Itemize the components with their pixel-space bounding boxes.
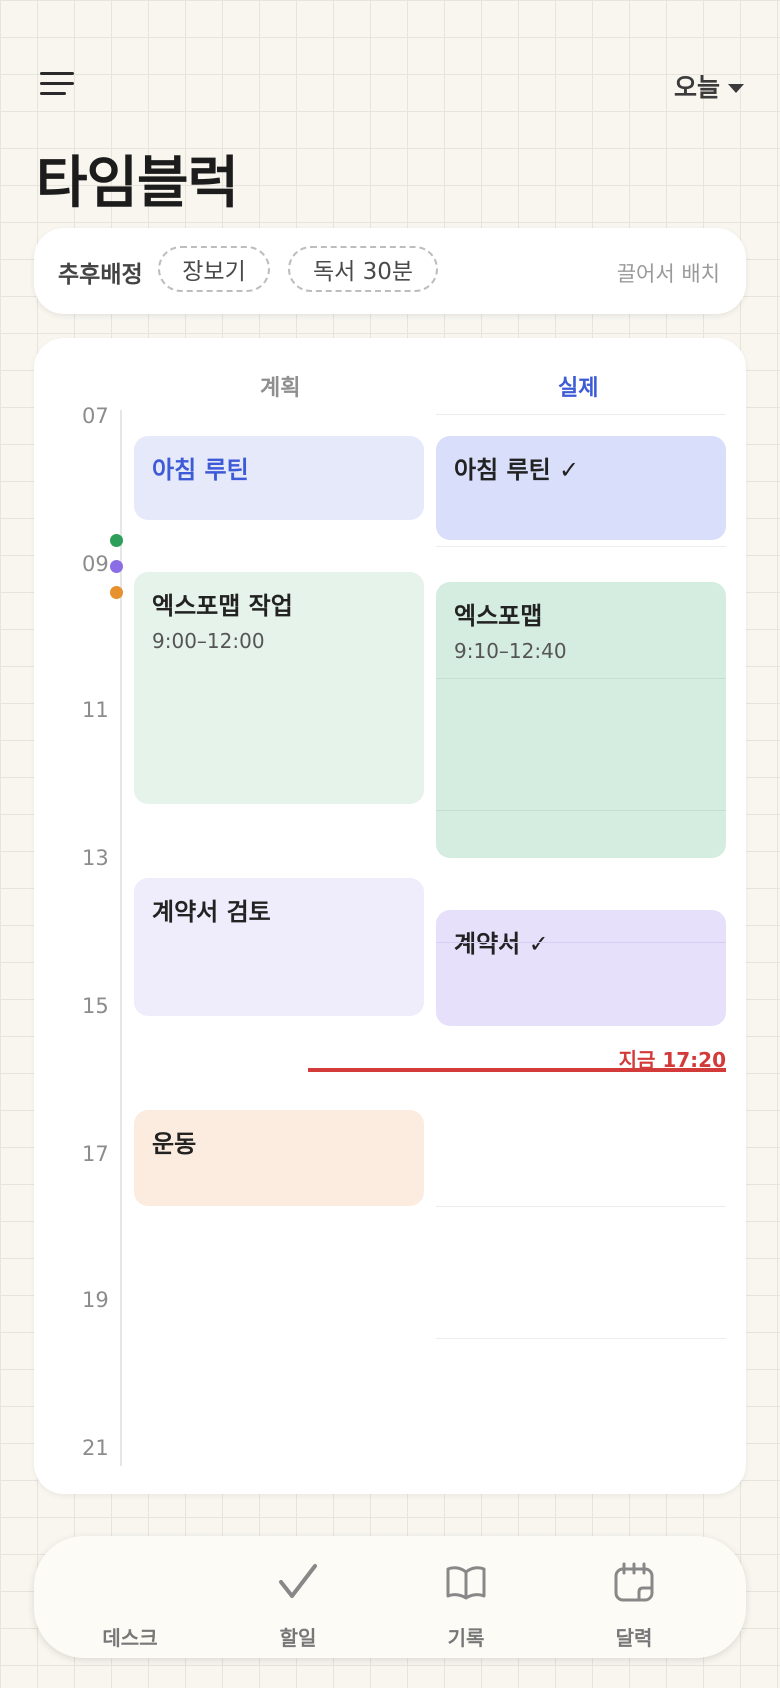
nav-label: 데스크 (102, 1626, 158, 1650)
hour-label: 07 (82, 404, 109, 428)
nav-label: 달력 (615, 1626, 653, 1650)
block-title: 아침 루틴 ✓ (454, 456, 580, 484)
hour-label: 19 (82, 1288, 109, 1312)
block-title: 운동 (152, 1130, 197, 1158)
actual-block-morning-routine[interactable]: 아침 루틴 ✓ (436, 436, 726, 540)
date-selector-label: 오늘 (673, 73, 720, 102)
backlog-chip[interactable]: 독서 30분 (288, 246, 438, 292)
block-grid-line (436, 942, 726, 943)
nav-item-record[interactable]: 기록 (382, 1536, 550, 1658)
timeline-card: 계획 실제 07 09 11 13 15 17 19 21 아침 루틴 엑스포맵… (34, 338, 746, 1494)
caret-down-icon (728, 83, 744, 93)
hamburger-menu-icon[interactable] (40, 70, 78, 100)
block-title: 아침 루틴 (152, 456, 249, 484)
nav-item-calendar[interactable]: 달력 (550, 1536, 718, 1658)
nav-label: 할일 (279, 1626, 317, 1650)
block-title: 계약서 검토 (152, 898, 271, 926)
actual-block-contract[interactable]: 계약서 ✓ (436, 910, 726, 1026)
plan-block-exercise[interactable]: 운동 (134, 1110, 424, 1206)
backlog-chip[interactable]: 장보기 (158, 246, 270, 292)
nav-item-desk[interactable]: 데스크 (46, 1536, 214, 1658)
status-dot-purple (110, 560, 123, 573)
grid-line (436, 1338, 726, 1339)
checkmark-icon (279, 1564, 317, 1598)
calendar-icon (614, 1562, 654, 1602)
grid-line (436, 414, 726, 415)
hour-label: 15 (82, 994, 109, 1018)
hour-label: 17 (82, 1142, 109, 1166)
grid-line (436, 546, 726, 547)
block-grid-line (436, 678, 726, 679)
block-title: 엑스포맵 (454, 602, 543, 630)
nav-label: 기록 (447, 1626, 485, 1650)
actual-block-expomap[interactable]: 엑스포맵 9:10–12:40 (436, 582, 726, 858)
column-header-plan: 계획 (260, 376, 301, 401)
backlog-bar: 추후배정 장보기 독서 30분 끌어서 배치 (34, 228, 746, 314)
backlog-label: 추후배정 (58, 262, 143, 288)
hour-label: 21 (82, 1436, 109, 1460)
date-selector[interactable]: 오늘 (674, 68, 744, 104)
block-time: 9:10–12:40 (454, 639, 567, 663)
block-grid-line (436, 810, 726, 811)
column-header-actual: 실제 (558, 376, 599, 401)
bottom-nav: 데스크 할일 기록 달력 (34, 1536, 746, 1658)
status-dot-green (110, 534, 123, 547)
hour-label: 11 (82, 698, 109, 722)
book-icon (446, 1566, 486, 1600)
nav-item-todo[interactable]: 할일 (214, 1536, 382, 1658)
block-title: 엑스포맵 작업 (152, 592, 293, 620)
hour-label: 09 (82, 552, 109, 576)
backlog-hint: 끌어서 배치 (616, 262, 720, 286)
hour-label: 13 (82, 846, 109, 870)
plan-block-expomap-work[interactable]: 엑스포맵 작업 9:00–12:00 (134, 572, 424, 804)
grid-line (436, 1206, 726, 1207)
block-time: 9:00–12:00 (152, 629, 265, 653)
plan-block-contract-review[interactable]: 계약서 검토 (134, 878, 424, 1016)
status-dot-orange (110, 586, 123, 599)
page-title: 타임블럭 (36, 151, 239, 216)
current-time-label: 지금 17:20 (618, 1048, 726, 1072)
plan-block-morning-routine[interactable]: 아침 루틴 (134, 436, 424, 520)
